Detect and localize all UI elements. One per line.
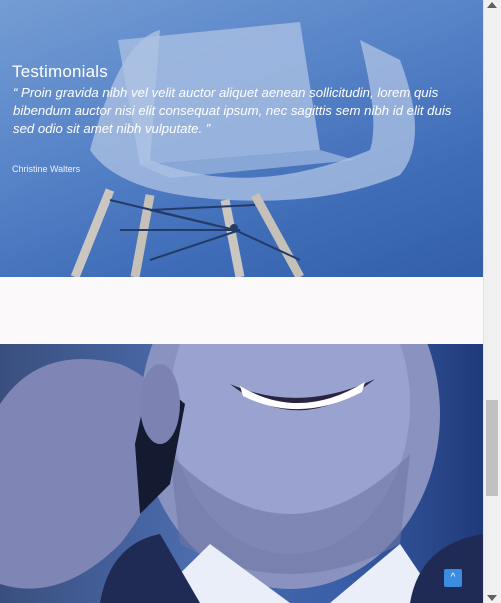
- hero-overlay: [0, 0, 483, 277]
- back-to-top-button[interactable]: ^: [444, 569, 462, 587]
- chevron-up-icon: ^: [451, 572, 456, 583]
- testimonial-author: Christine Walters: [12, 164, 80, 174]
- testimonial-section: Testimonials “ Proin gravida nibh vel ve…: [0, 0, 483, 277]
- man-on-phone-image: [0, 344, 483, 603]
- section-spacer: [0, 277, 483, 344]
- page: Testimonials “ Proin gravida nibh vel ve…: [0, 0, 483, 603]
- scroll-up-arrow-icon[interactable]: [487, 2, 497, 8]
- page-scrollbar[interactable]: [483, 0, 501, 603]
- testimonials-heading: Testimonials: [12, 62, 108, 82]
- smiling-man-photo: [0, 344, 483, 603]
- scroll-down-arrow-icon[interactable]: [487, 595, 497, 601]
- testimonial-quote: “ Proin gravida nibh vel velit auctor al…: [13, 84, 473, 138]
- scrollbar-thumb[interactable]: [486, 400, 498, 496]
